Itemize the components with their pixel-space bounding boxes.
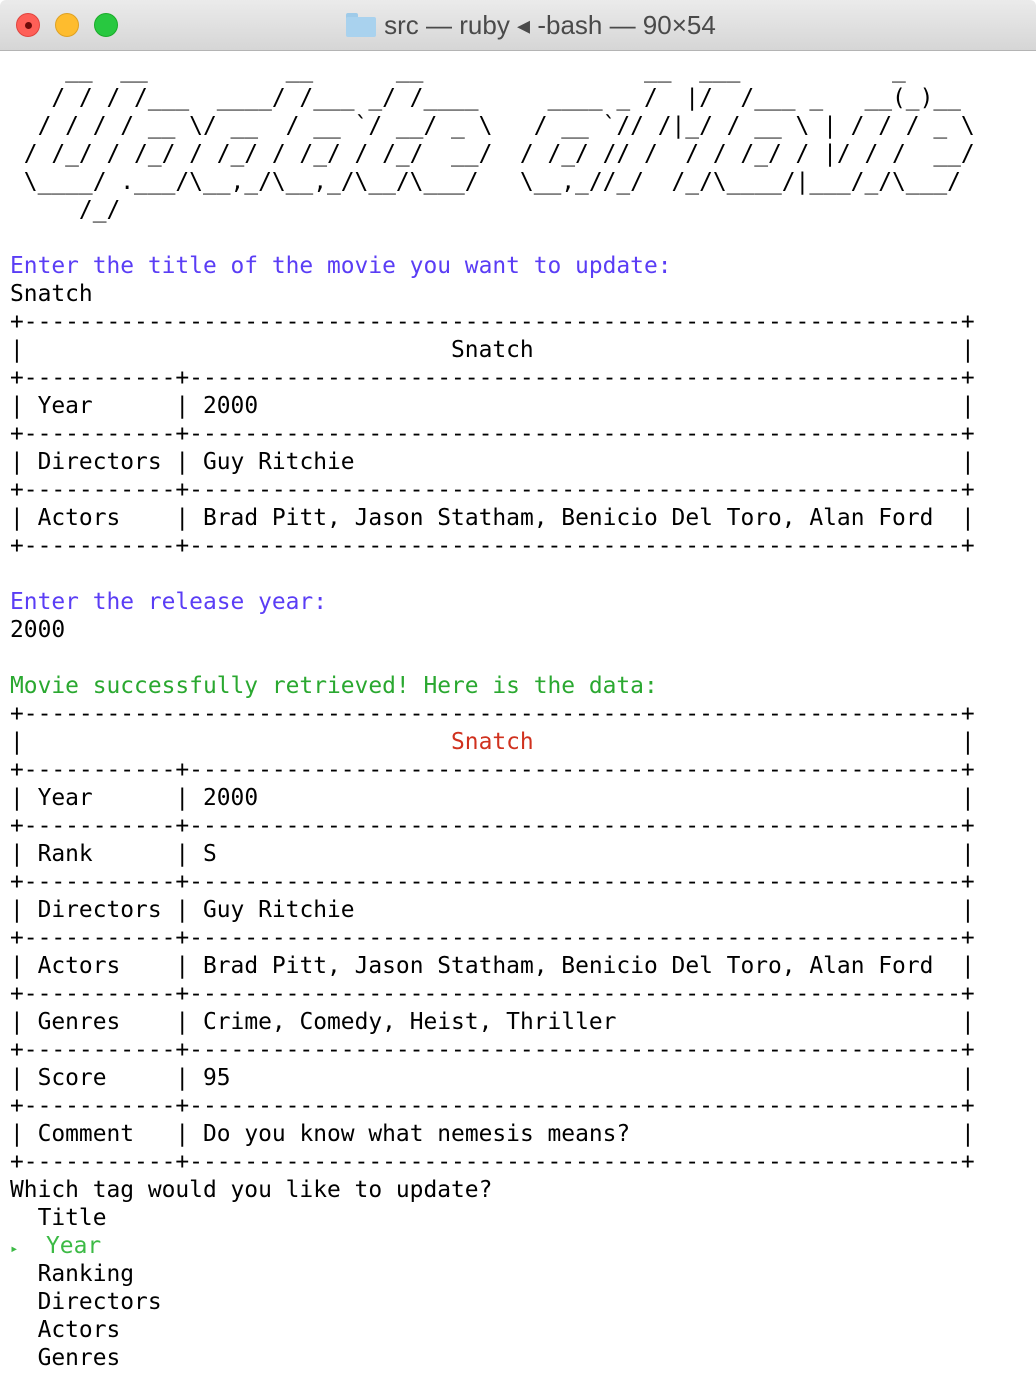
option-label: Title (37, 1205, 107, 1231)
option-label: Actors (37, 1317, 121, 1343)
row-value: 2000 (202, 393, 961, 419)
result-table-border: +-----------+---------------------------… (10, 813, 975, 839)
option-label: Genres (37, 1345, 121, 1371)
ascii-banner-line: / / / /___ ____/ /___ _/ /____ ____ _ / … (10, 85, 961, 111)
result-table-row: | Genres | Crime, Comedy, Heist, Thrille… (10, 1009, 975, 1035)
row-key: Comment (37, 1121, 176, 1147)
row-key: Score (37, 1065, 176, 1091)
result-table-row: | Comment | Do you know what nemesis mea… (10, 1121, 975, 1147)
tag-option-year[interactable]: ▸ Year (10, 1232, 975, 1260)
tag-question: Which tag would you like to update? (10, 1177, 493, 1203)
option-label: Year (46, 1233, 102, 1259)
row-value: 95 (202, 1065, 961, 1091)
result-table-border: +-----------+---------------------------… (10, 1149, 975, 1175)
input-line[interactable]: Snatch (10, 280, 975, 308)
result-table-border: +---------------------------------------… (10, 701, 975, 727)
search-table-row: | Directors | Guy Ritchie | (10, 449, 975, 475)
result-table-row: | Actors | Brad Pitt, Jason Statham, Ben… (10, 953, 975, 979)
result-table-border: +-----------+---------------------------… (10, 925, 975, 951)
row-value: Guy Ritchie (202, 897, 961, 923)
tag-option-actors[interactable]: Actors (10, 1316, 975, 1344)
window-title-area: src — ruby ◂ -bash — 90×54 (0, 0, 1036, 50)
search-table-border: +-----------+---------------------------… (10, 365, 975, 391)
ascii-banner-line: __ __ __ __ __ ___ _ (10, 57, 906, 83)
result-table-border: +-----------+---------------------------… (10, 981, 975, 1007)
tag-option-genres[interactable]: Genres (10, 1344, 975, 1372)
result-table-border: +-----------+---------------------------… (10, 1093, 975, 1119)
result-table-border: +-----------+---------------------------… (10, 1037, 975, 1063)
row-value: 2000 (202, 785, 961, 811)
row-key: Rank (37, 841, 176, 867)
ascii-banner-line: / /_/ / /_/ / /_/ / /_/ / /_/ __/ / /_/ … (10, 141, 975, 167)
search-table-row: | Year | 2000 | (10, 393, 975, 419)
terminal-output[interactable]: __ __ __ __ __ ___ _ / / / /___ ____/ /_… (10, 56, 975, 1372)
row-value: Brad Pitt, Jason Statham, Benicio Del To… (202, 953, 961, 979)
row-key: Directors (37, 449, 176, 475)
row-key: Year (37, 785, 176, 811)
row-key: Actors (37, 505, 176, 531)
row-key: Genres (37, 1009, 176, 1035)
row-value: Brad Pitt, Jason Statham, Benicio Del To… (202, 505, 961, 531)
result-table-row: | Score | 95 | (10, 1065, 975, 1091)
tag-option-directors[interactable]: Directors (10, 1288, 975, 1316)
title-input-value: Snatch (10, 281, 93, 307)
row-key: Actors (37, 953, 176, 979)
ascii-banner-line: / / / / __ \/ __ / __ `/ __/ _ \ / __ `/… (10, 113, 975, 139)
year-prompt: Enter the release year: (10, 589, 327, 615)
row-key: Directors (37, 897, 176, 923)
search-table-border: +-----------+---------------------------… (10, 421, 975, 447)
result-table-border: +-----------+---------------------------… (10, 757, 975, 783)
ascii-banner-line: /_/ (10, 197, 121, 223)
search-table-border: +---------------------------------------… (10, 309, 975, 335)
status-line: Movie successfully retrieved! Here is th… (10, 672, 975, 700)
window-titlebar: src — ruby ◂ -bash — 90×54 (0, 0, 1036, 51)
row-value: Do you know what nemesis means? (202, 1121, 961, 1147)
window-title: src — ruby ◂ -bash — 90×54 (384, 9, 716, 40)
search-table-title-row: | Snatch | (10, 337, 975, 363)
result-table-title-row: | Snatch | (10, 729, 975, 755)
option-label: Ranking (37, 1261, 135, 1287)
search-table-title: Snatch (451, 337, 534, 363)
prompt-line: Enter the title of the movie you want to… (10, 252, 975, 280)
search-table-border: +-----------+---------------------------… (10, 533, 975, 559)
search-table-row: | Actors | Brad Pitt, Jason Statham, Ben… (10, 505, 975, 531)
title-prompt: Enter the title of the movie you want to… (10, 253, 672, 279)
success-message: Movie successfully retrieved! Here is th… (10, 673, 658, 699)
result-table-title: Snatch (451, 729, 534, 755)
input-line[interactable]: 2000 (10, 616, 975, 644)
row-value: Guy Ritchie (202, 449, 961, 475)
tag-option-ranking[interactable]: Ranking (10, 1260, 975, 1288)
option-label: Directors (37, 1289, 162, 1315)
result-table-row: | Rank | S | (10, 841, 975, 867)
result-table-border: +-----------+---------------------------… (10, 869, 975, 895)
prompt-line: Which tag would you like to update? (10, 1176, 975, 1204)
ascii-banner-line: \____/ .___/\__,_/\__,_/\__/\___/ \__,_/… (10, 169, 961, 195)
result-table-row: | Year | 2000 | (10, 785, 975, 811)
year-input-value: 2000 (10, 617, 66, 643)
row-value: S (202, 841, 961, 867)
folder-icon (346, 13, 377, 37)
row-value: Crime, Comedy, Heist, Thriller (202, 1009, 961, 1035)
result-table-row: | Directors | Guy Ritchie | (10, 897, 975, 923)
search-table-border: +-----------+---------------------------… (10, 477, 975, 503)
prompt-line: Enter the release year: (10, 588, 975, 616)
tag-option-title[interactable]: Title (10, 1204, 975, 1232)
row-key: Year (37, 393, 176, 419)
